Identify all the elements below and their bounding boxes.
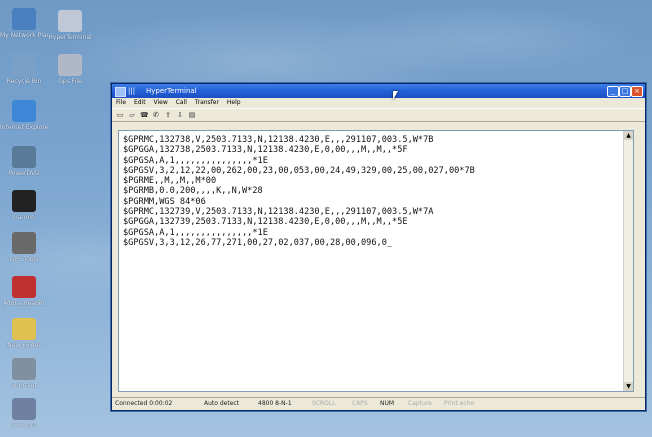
terminal-output[interactable]: $GPRMC,132738,V,2503.7133,N,12138.4230,E…: [118, 130, 634, 392]
desktop-icon-label: HyperTerminal: [48, 34, 92, 41]
hyperterminal-window: ||| HyperTerminal _ □ × File Edit View C…: [111, 83, 646, 411]
minimize-button[interactable]: _: [607, 86, 619, 97]
desktop-icon[interactable]: Internet Explorer: [0, 100, 48, 131]
disconnect-icon[interactable]: ✆: [152, 111, 160, 119]
desktop-icon[interactable]: GPS Info: [0, 398, 48, 429]
desktop-icon-label: Gps File: [58, 78, 82, 85]
terminal-line: $GPGSA,A,1,,,,,,,,,,,,,,,*1E: [123, 155, 268, 166]
desktop-shortcut-icon: [12, 8, 36, 30]
menu-transfer[interactable]: Transfer: [195, 99, 219, 106]
desktop-shortcut-icon: [12, 146, 36, 168]
scroll-up-icon[interactable]: ▲: [624, 131, 633, 140]
desktop-icon[interactable]: Adobe Reader: [0, 276, 48, 307]
terminal-line: $GPGGA,132738,2503.7133,N,12138.4230,E,0…: [123, 145, 408, 156]
desktop-icon-label: Recycle Bin: [6, 78, 42, 85]
menu-help[interactable]: Help: [227, 99, 241, 106]
mouse-cursor-icon: [393, 91, 398, 100]
desktop-icon[interactable]: My Network Places: [0, 8, 48, 39]
status-params: 4800 8-N-1: [258, 400, 292, 407]
desktop-icon[interactable]: Shortcut: [0, 358, 48, 389]
desktop-icon-label: Adobe Reader: [2, 300, 46, 307]
terminal-scrollbar[interactable]: ▲ ▼: [623, 131, 633, 391]
menu-edit[interactable]: Edit: [134, 99, 146, 106]
desktop-icon-label: PowerDVD: [8, 170, 40, 177]
desktop-icon[interactable]: PowerDVD: [0, 146, 48, 177]
open-icon[interactable]: ▱: [128, 111, 136, 119]
desktop-shortcut-icon: [12, 276, 36, 298]
terminal-line: $GPRMC,132738,V,2503.7133,N,12138.4230,E…: [123, 135, 434, 145]
desktop-icon[interactable]: Recycle Bin: [0, 54, 48, 85]
receive-icon[interactable]: ⇩: [176, 111, 184, 119]
connect-icon[interactable]: ☎: [140, 111, 149, 119]
status-num: NUM: [380, 400, 395, 407]
desktop-icon-label: Shortcut: [11, 382, 37, 389]
desktop-shortcut-icon: [12, 398, 36, 420]
terminal-lines: $GPRMC,132738,V,2503.7133,N,12138.4230,E…: [123, 135, 475, 248]
title-prefix: |||: [128, 87, 136, 95]
scroll-down-icon[interactable]: ▼: [624, 382, 633, 391]
terminal-line: $GPGSV,3,2,12,22,00,262,00,23,00,053,00,…: [123, 165, 475, 176]
desktop-icon-label: GPS Tools: [9, 256, 39, 263]
toolbar: ▭ ▱ ☎ ✆ ⇪ ⇩ ▤: [112, 108, 645, 122]
desktop-icon-label: GPS Info: [11, 422, 37, 429]
desktop-shortcut-icon: [58, 10, 82, 32]
maximize-button[interactable]: □: [619, 86, 631, 97]
desktop-icon-label: My Network Places: [0, 32, 48, 39]
desktop-shortcut-icon: [12, 190, 36, 212]
terminal-line: $GPGSV,3,3,12,26,77,271,00,27,02,037,00,…: [123, 237, 393, 248]
desktop-icon[interactable]: GPS Tools: [0, 232, 48, 263]
terminal-line: $PGRME,,M,,M,,M*00: [123, 176, 217, 187]
desktop-icon[interactable]: HyperTerminal: [46, 10, 94, 41]
desktop-icon[interactable]: New Folder: [0, 318, 48, 349]
terminal-line: $GPRMC,132739,V,2503.7133,N,12138.4230,E…: [123, 207, 434, 218]
status-connected: Connected 0:00:02: [115, 400, 173, 407]
close-button[interactable]: ×: [631, 86, 643, 97]
desktop-icon[interactable]: Gps File: [46, 54, 94, 85]
new-icon[interactable]: ▭: [116, 111, 124, 119]
send-icon[interactable]: ⇪: [164, 111, 172, 119]
status-bar: Connected 0:00:02 Auto detect 4800 8-N-1…: [112, 397, 645, 410]
status-detect: Auto detect: [204, 400, 240, 407]
window-title: HyperTerminal: [146, 87, 197, 95]
desktop-shortcut-icon: [12, 318, 36, 340]
desktop-shortcut-icon: [12, 54, 36, 76]
menu-bar: File Edit View Call Transfer Help: [112, 98, 645, 108]
desktop-shortcut-icon: [12, 358, 36, 380]
status-scroll: SCROLL: [312, 400, 336, 407]
desktop-icon-label: Garmin: [12, 214, 35, 221]
menu-call[interactable]: Call: [176, 99, 187, 106]
desktop-shortcut-icon: [12, 232, 36, 254]
terminal-line: $PGRMM,WGS 84*06: [123, 196, 206, 207]
status-caps: CAPS: [352, 400, 368, 407]
menu-file[interactable]: File: [116, 99, 126, 106]
menu-view[interactable]: View: [154, 99, 168, 106]
terminal-line: $GPGGA,132739,2503.7133,N,12138.4230,E,0…: [123, 217, 408, 228]
status-capture: Capture: [408, 400, 432, 407]
app-icon: [115, 87, 126, 97]
desktop-icon[interactable]: Garmin: [0, 190, 48, 221]
desktop-icon-label: New Folder: [7, 342, 41, 349]
terminal-line: $GPGSA,A,1,,,,,,,,,,,,,,,*1E: [123, 227, 268, 238]
status-print-echo: Print echo: [444, 400, 475, 407]
properties-icon[interactable]: ▤: [188, 111, 196, 119]
desktop-shortcut-icon: [12, 100, 36, 122]
terminal-line: $PGRMB,0.0,200,,,,K,,N,W*28: [123, 186, 263, 197]
desktop-icon-label: Internet Explorer: [0, 124, 48, 131]
title-bar[interactable]: ||| HyperTerminal _ □ ×: [112, 84, 645, 98]
desktop-shortcut-icon: [58, 54, 82, 76]
